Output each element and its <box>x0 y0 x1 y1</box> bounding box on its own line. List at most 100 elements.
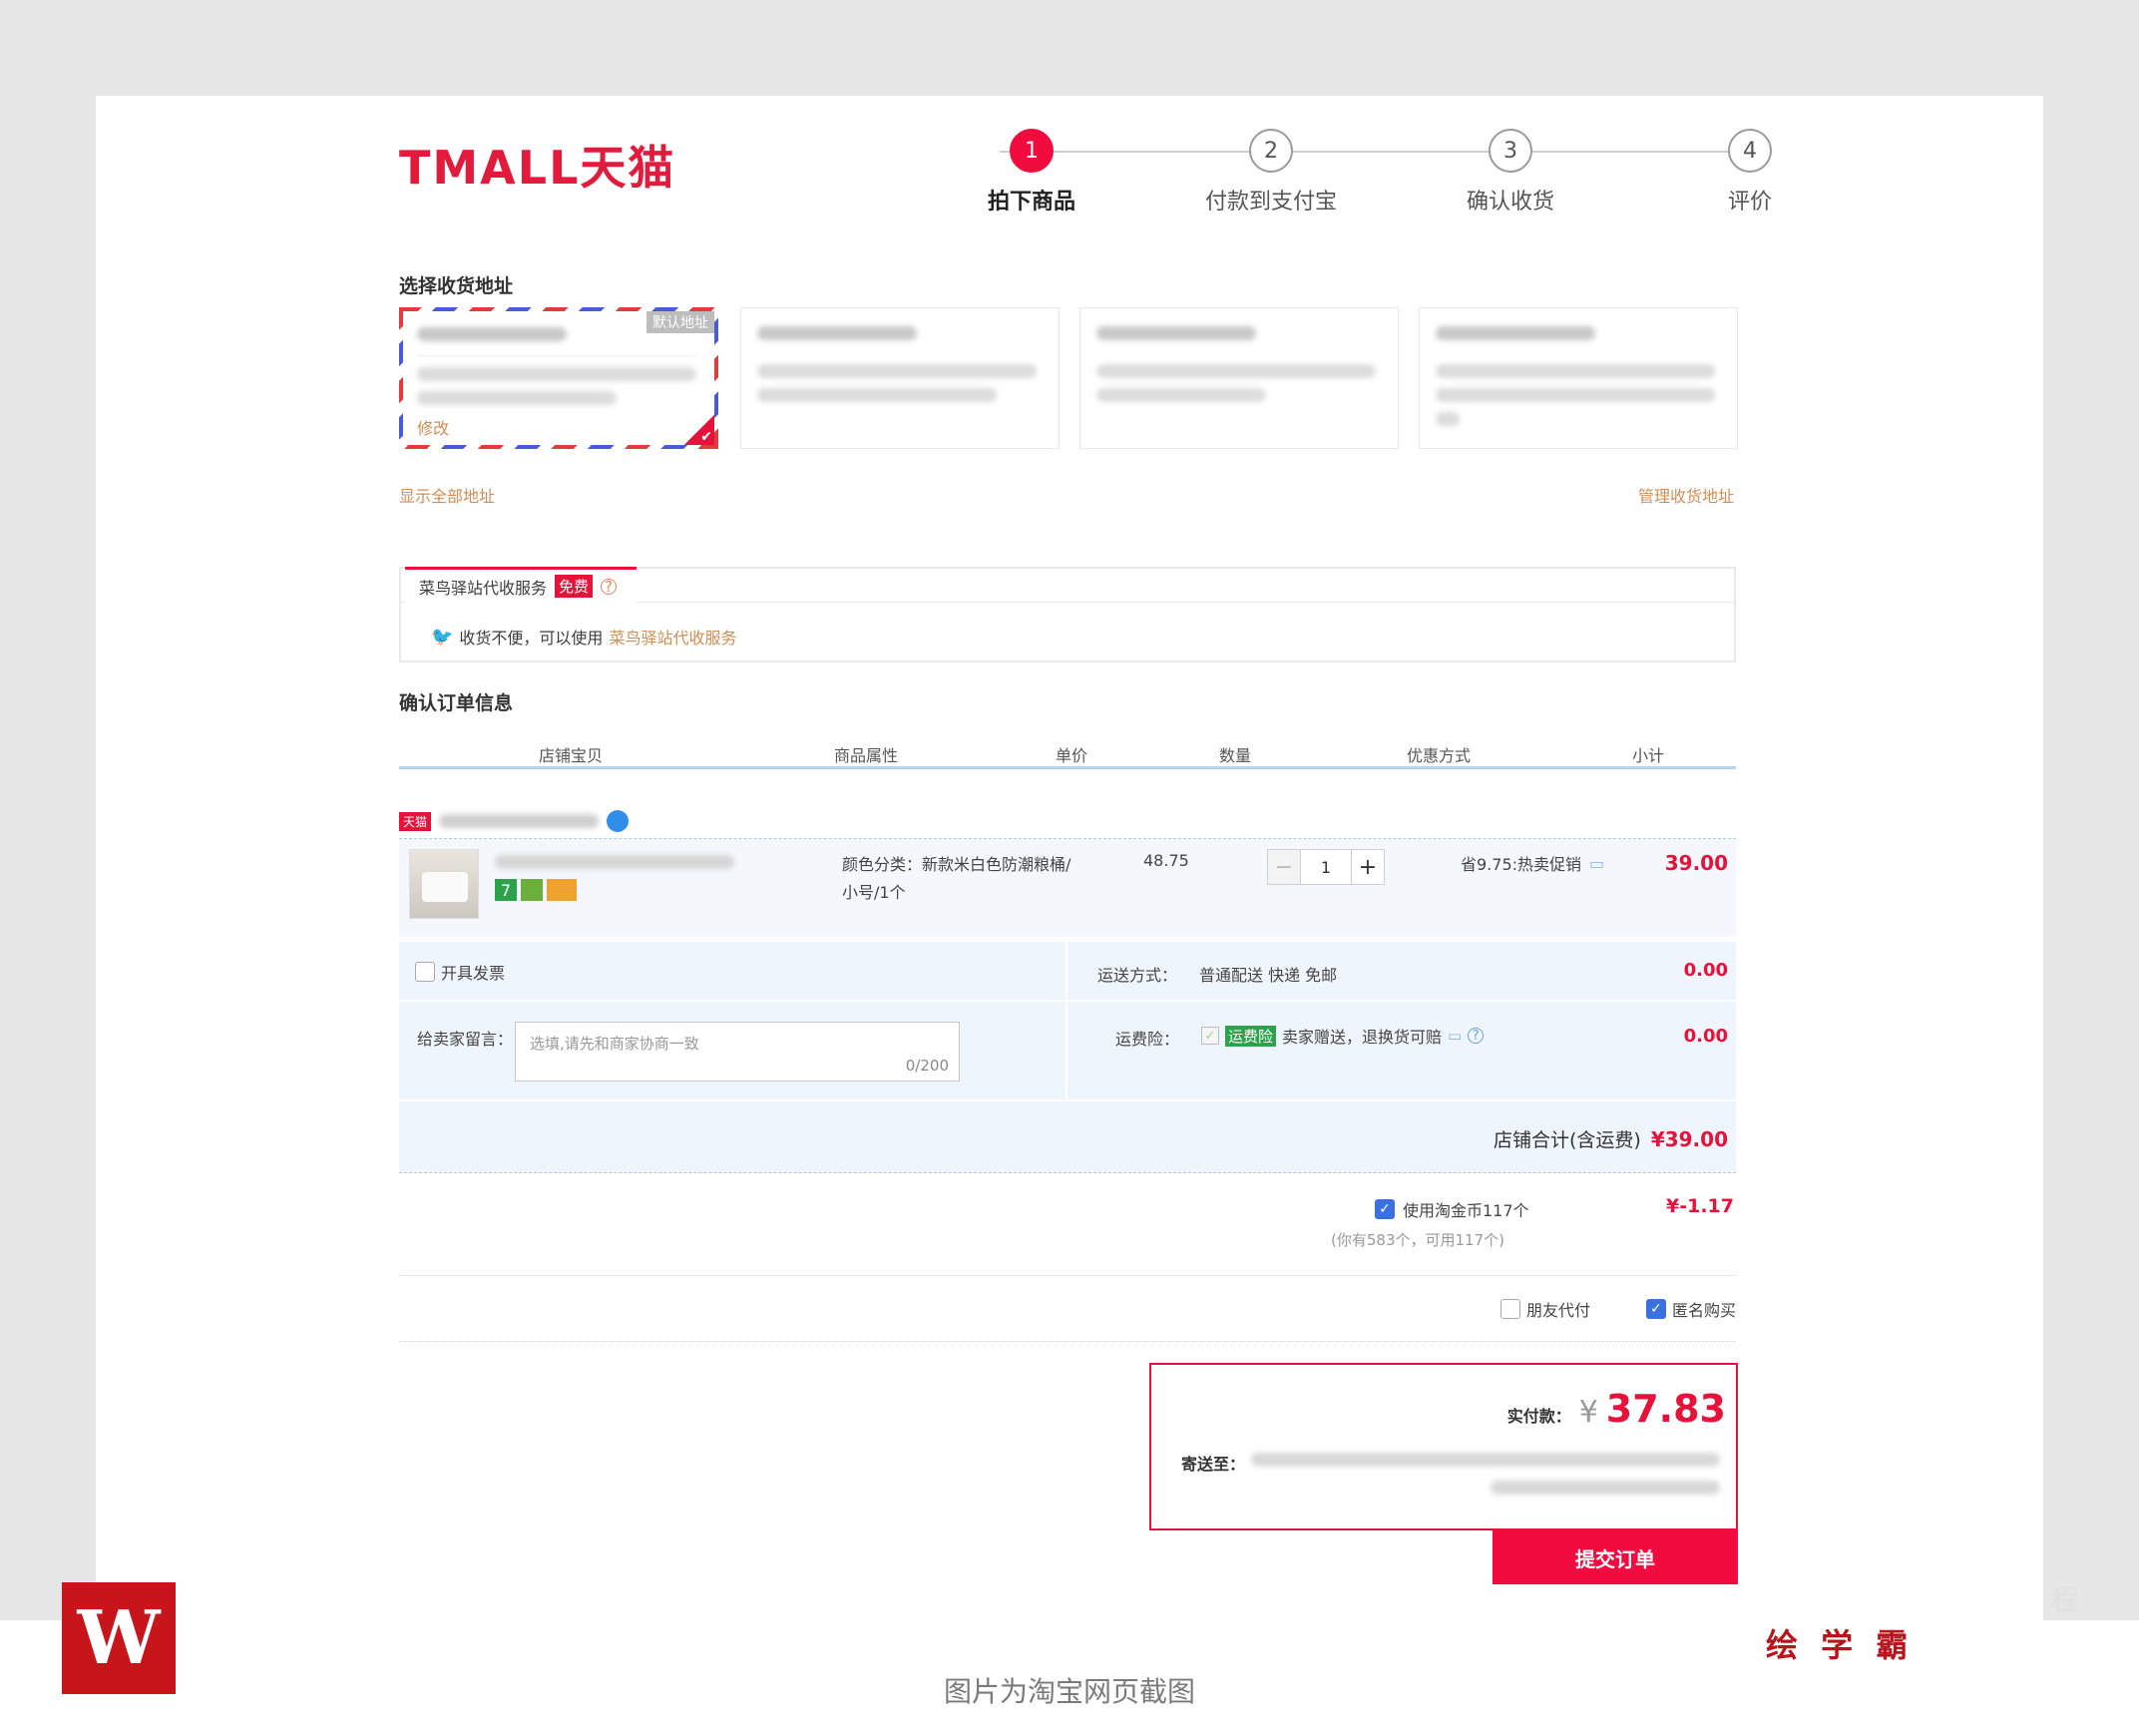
address-section-title: 选择收货地址 <box>399 275 514 297</box>
address-card[interactable] <box>1079 307 1399 449</box>
address-line-blurred <box>1436 412 1460 426</box>
friend-pay-checkbox[interactable] <box>1500 1299 1520 1319</box>
step-3-circle: 3 <box>1489 129 1532 173</box>
question-circle-icon[interactable]: ? <box>601 578 618 596</box>
currency-symbol: ¥ <box>1578 1395 1598 1430</box>
wangwang-chat-icon[interactable] <box>607 810 630 832</box>
friend-pay-label: 朋友代付 <box>1526 1301 1591 1320</box>
step-1-label: 拍下商品 <box>987 190 1075 215</box>
show-all-addresses-link[interactable]: 显示全部地址 <box>399 483 495 507</box>
step-1-circle: 1 <box>1010 129 1054 173</box>
column-header: 小计 <box>1631 746 1664 765</box>
quantity-input[interactable]: 1 <box>1301 849 1351 885</box>
coins-checkbox[interactable]: ✓ <box>1375 1199 1395 1219</box>
cainiao-bird-icon: 🐦 <box>431 626 454 648</box>
cainiao-tab-label: 菜鸟驿站代收服务 <box>419 578 548 598</box>
help-icon[interactable]: ? <box>1468 1028 1485 1044</box>
service-icons: 7 <box>495 879 577 901</box>
friend-pay-option[interactable]: 朋友代付 <box>1500 1297 1590 1321</box>
order-table-header: 店铺宝贝 商品属性 单价 数量 优惠方式 小计 <box>399 742 1736 766</box>
paid-amount: 实付款： ¥ 37.83 <box>1507 1387 1726 1431</box>
checkout-page: TMALL天猫 1 2 3 4 拍下商品 付款到支付宝 确认收货 评价 选择收货… <box>96 96 2043 1620</box>
address-line-blurred <box>417 367 696 381</box>
shipping-method[interactable]: 普通配送 快递 免邮 <box>1199 962 1337 986</box>
submit-order-button[interactable]: 提交订单 <box>1493 1530 1738 1584</box>
invoice-checkbox[interactable] <box>415 962 435 982</box>
shop-total-value: ¥39.00 <box>1650 1127 1728 1151</box>
address-line-blurred <box>1436 364 1715 378</box>
shop-total-bar: 店铺合计(含运费) ¥39.00 <box>399 1101 1736 1173</box>
unit-price: 48.75 <box>1143 851 1189 870</box>
comment-icon[interactable]: ▭ <box>1448 1027 1462 1045</box>
anonymous-checkbox[interactable]: ✓ <box>1646 1299 1666 1319</box>
address-card[interactable] <box>740 307 1060 449</box>
cainiao-notice: 🐦 收货不便，可以使用 菜鸟驿站代收服务 <box>431 625 736 649</box>
column-header: 优惠方式 <box>1406 746 1471 765</box>
shop-name-blurred[interactable] <box>439 814 600 828</box>
step-2-label: 付款到支付宝 <box>1204 190 1337 215</box>
step-3-label: 确认收货 <box>1466 190 1554 215</box>
insurance-fee: 0.00 <box>1683 1026 1728 1047</box>
product-thumbnail[interactable] <box>409 849 479 919</box>
image-caption: 图片为淘宝网页截图 <box>943 1675 1195 1708</box>
product-attribute-line1: 颜色分类：新款米白色防潮粮桶/ <box>842 855 1071 874</box>
anonymous-label: 匿名购买 <box>1672 1301 1737 1320</box>
coins-label: 使用淘金币117个 <box>1403 1201 1529 1220</box>
shop-row: 天猫 <box>399 810 630 832</box>
message-char-count: 0/200 <box>905 1057 949 1075</box>
anonymous-option[interactable]: ✓ 匿名购买 <box>1646 1297 1736 1321</box>
insurance-option: ✓ 运费险 卖家赠送，退换货可赔 ▭ ? <box>1201 1024 1485 1048</box>
step-3: 3 <box>1431 129 1590 173</box>
promotion-text: 省9.75:热卖促销 <box>1461 855 1582 874</box>
product-title-blurred[interactable] <box>495 855 734 869</box>
product-attribute-line2: 小号/1个 <box>842 883 906 902</box>
address-name-blurred <box>757 326 917 340</box>
decrease-quantity-button[interactable]: − <box>1267 849 1301 885</box>
edit-address-link[interactable]: 修改 <box>417 415 449 439</box>
tmall-shop-badge: 天猫 <box>399 811 432 831</box>
column-header: 单价 <box>1055 746 1087 765</box>
quantity-stepper: − 1 + <box>1267 849 1385 885</box>
coins-option[interactable]: ✓ 使用淘金币117个 <box>1375 1197 1529 1221</box>
shop-total-label: 店铺合计(含运费) <box>1493 1129 1641 1151</box>
cainiao-service-link[interactable]: 菜鸟驿站代收服务 <box>609 625 736 649</box>
address-card-default[interactable]: 默认地址 修改 ✔ <box>399 307 718 449</box>
coins-discount: ¥-1.17 <box>1666 1195 1734 1217</box>
step-1: 1 <box>952 129 1111 173</box>
address-line-blurred <box>1436 388 1715 402</box>
order-options-panel: 开具发票 运送方式： 普通配送 快递 免邮 0.00 给卖家留言： 选填,请先和… <box>399 942 1736 1099</box>
address-card[interactable] <box>1419 307 1738 449</box>
coins-divider <box>399 1275 1736 1276</box>
ship-to-label: 寄送至： <box>1181 1455 1246 1474</box>
step-2: 2 <box>1191 129 1351 173</box>
item-subtotal: 39.00 <box>1664 851 1728 875</box>
step-4: 4 <box>1670 129 1830 173</box>
address-name-blurred <box>1096 326 1256 340</box>
seven-day-return-icon: 7 <box>495 879 517 901</box>
tmall-logo[interactable]: TMALL天猫 <box>399 132 675 198</box>
step-4-label: 评价 <box>1727 190 1772 215</box>
order-item-row: 7 颜色分类：新款米白色防潮粮桶/ 小号/1个 48.75 − 1 + 省9.7… <box>399 839 1736 937</box>
message-label: 给卖家留言： <box>417 1030 514 1049</box>
increase-quantity-button[interactable]: + <box>1351 849 1385 885</box>
shop-total: 店铺合计(含运费) ¥39.00 <box>1494 1125 1728 1152</box>
invoice-option[interactable]: 开具发票 <box>415 960 505 984</box>
step-4-circle: 4 <box>1728 129 1772 173</box>
address-name-blurred <box>1436 326 1595 340</box>
address-line-blurred <box>757 388 997 402</box>
ship-to-address-blurred <box>1251 1453 1720 1467</box>
brand-name: 绘 学 霸 <box>1766 1626 1915 1664</box>
panel-divider <box>1066 942 1068 1099</box>
comment-icon[interactable]: ▭ <box>1589 854 1604 873</box>
cainiao-tab[interactable]: 菜鸟驿站代收服务 免费 ? <box>405 567 637 603</box>
product-image-shape <box>422 872 468 902</box>
free-badge: 免费 <box>555 575 594 598</box>
seller-message-input[interactable]: 选填,请先和商家协商一致 0/200 <box>515 1022 960 1082</box>
manage-addresses-link[interactable]: 管理收货地址 <box>1638 483 1734 507</box>
coins-note: (你有583个，可用117个) <box>1331 1231 1504 1249</box>
insurance-description: 卖家赠送，退换货可赔 <box>1282 1028 1443 1047</box>
insurance-tag: 运费险 <box>1225 1025 1277 1047</box>
address-divider <box>417 355 696 356</box>
paid-amount-value: 37.83 <box>1605 1387 1726 1431</box>
message-placeholder: 选填,请先和商家协商一致 <box>530 1035 699 1053</box>
